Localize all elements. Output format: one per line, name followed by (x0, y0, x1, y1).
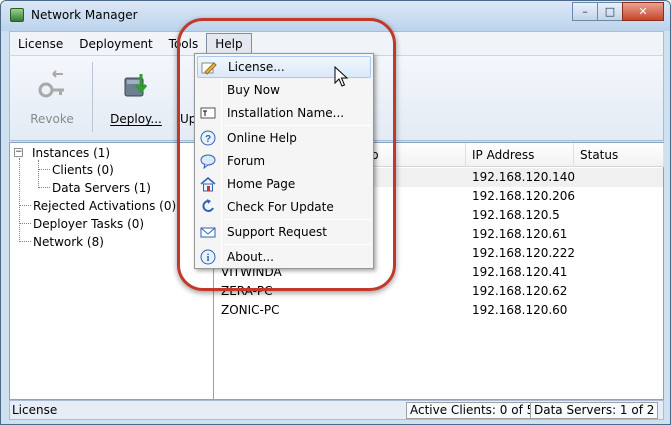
menu-tools[interactable]: Tools (161, 33, 207, 55)
tree-item-data-servers[interactable]: Data Servers (1) (52, 179, 151, 197)
update-arrow-icon (202, 199, 214, 212)
window-title: Network Manager (31, 8, 138, 22)
info-icon: i (200, 249, 216, 265)
svg-text:?: ? (205, 134, 211, 145)
revoke-label: Revoke (30, 112, 74, 126)
column-status[interactable]: Status (574, 143, 664, 167)
menu-item-installation-name[interactable]: Installation Name... (197, 102, 371, 124)
speech-bubble-icon (200, 154, 216, 169)
envelope-icon (200, 227, 216, 238)
status-text: License (12, 403, 58, 417)
menu-license[interactable]: License (10, 33, 71, 55)
svg-text:i: i (207, 253, 210, 264)
collapse-icon[interactable]: − (14, 148, 23, 157)
data-servers-status: Data Servers: 1 of 2 (530, 402, 659, 419)
active-clients-status: Active Clients: 0 of 5 (406, 402, 539, 419)
menu-deployment[interactable]: Deployment (71, 33, 160, 55)
column-ip-address[interactable]: IP Address (466, 143, 574, 167)
menu-item-forum[interactable]: Forum (197, 150, 371, 172)
menu-bar: License Deployment Tools Help (9, 31, 664, 55)
menu-item-about[interactable]: i About... (197, 246, 371, 268)
menu-item-online-help[interactable]: ? Online Help (197, 127, 371, 149)
deploy-button[interactable]: Deploy... (98, 64, 174, 136)
status-bar: License Active Clients: 0 of 5 Data Serv… (9, 400, 664, 420)
help-dropdown-menu: License... Buy Now Installation Name... … (194, 53, 374, 269)
question-icon: ? (200, 130, 216, 146)
tree-item-deployer-tasks[interactable]: Deployer Tasks (0) (33, 215, 144, 233)
tree-item-network[interactable]: Network (8) (33, 233, 104, 251)
title-bar[interactable]: Network Manager – □ ✕ (1, 1, 670, 31)
navigation-tree: − Instances (1) Clients (0) Data Servers… (10, 143, 214, 399)
deploy-label: Deploy... (110, 112, 162, 126)
license-key-icon (201, 62, 217, 75)
window-controls: – □ ✕ (572, 2, 664, 21)
table-row[interactable]: ZONIC-PC 192.168.120.60 (215, 301, 663, 320)
menu-help[interactable]: Help (206, 32, 252, 55)
table-row[interactable]: ZERA-PC 192.168.120.62 (215, 282, 663, 301)
menu-item-buy-now[interactable]: Buy Now (197, 79, 371, 101)
textfield-icon (200, 107, 216, 119)
menu-item-check-for-update[interactable]: Check For Update (197, 196, 371, 218)
toolbar-separator (92, 62, 93, 132)
app-icon (10, 8, 24, 22)
maximize-button[interactable]: □ (597, 2, 623, 21)
deploy-package-icon (124, 74, 148, 97)
close-button[interactable]: ✕ (622, 2, 664, 21)
menu-item-home-page[interactable]: Home Page (197, 173, 371, 195)
tree-item-rejected-activations[interactable]: Rejected Activations (0) (33, 197, 176, 215)
menu-item-support-request[interactable]: Support Request (197, 221, 371, 243)
minimize-button[interactable]: – (572, 2, 598, 21)
revoke-key-icon (38, 70, 64, 98)
home-icon (200, 176, 216, 192)
tree-item-instances[interactable]: Instances (1) (32, 144, 110, 162)
menu-item-license[interactable]: License... (197, 56, 371, 78)
revoke-button[interactable]: Revoke (14, 64, 90, 136)
app-window: Network Manager – □ ✕ License Deployment… (0, 0, 671, 425)
tree-item-clients[interactable]: Clients (0) (52, 161, 114, 179)
